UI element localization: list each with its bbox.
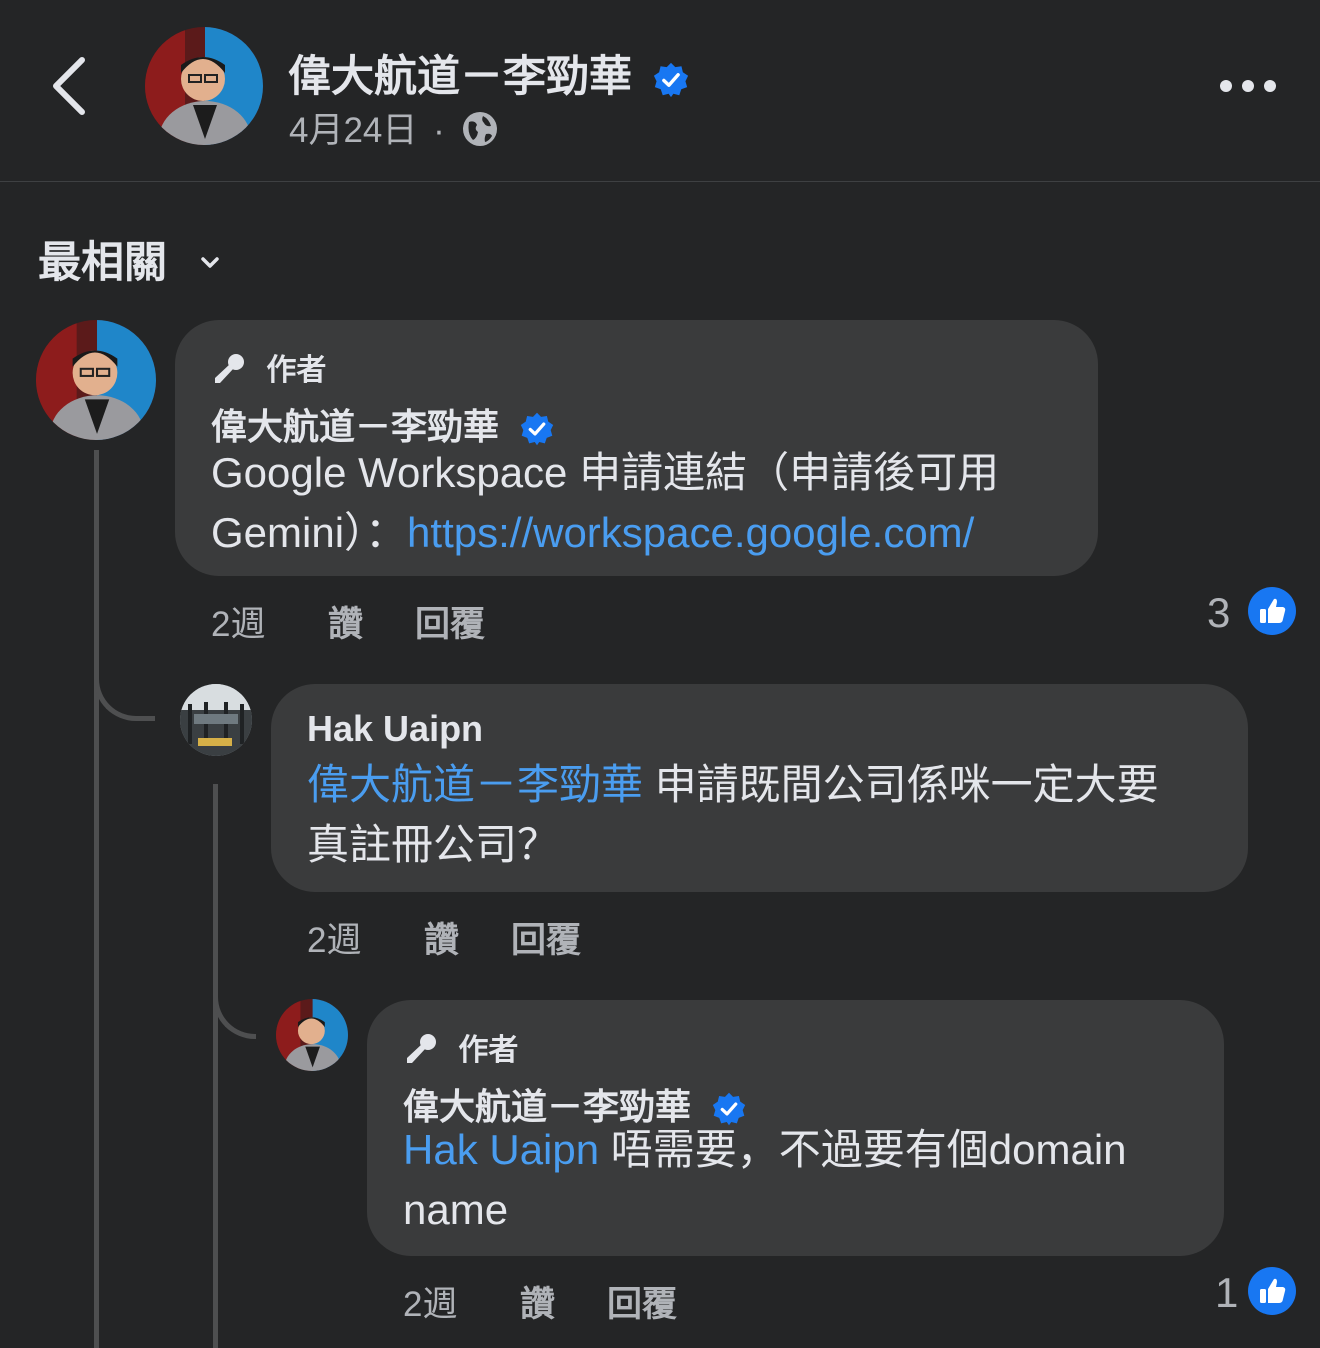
like-button[interactable]: 讚 — [424, 912, 459, 963]
more-options-button[interactable] — [1216, 70, 1280, 102]
comment-actions: 2週 讚 回覆 — [307, 912, 707, 960]
globe-icon — [462, 112, 497, 146]
post-date[interactable]: 4月24日 — [289, 111, 417, 150]
header-divider — [0, 181, 1320, 182]
comment-text: Hak Uaipn 唔需要，不過要有個domain name — [403, 1126, 1127, 1233]
thread-line-nested — [213, 784, 218, 1348]
reply-button[interactable]: 回覆 — [511, 912, 581, 963]
microphone-icon — [407, 1034, 436, 1063]
like-button[interactable]: 讚 — [520, 1276, 555, 1327]
like-reaction-icon — [1248, 1267, 1296, 1315]
mention-link[interactable]: Hak Uaipn — [403, 1126, 599, 1173]
chevron-down-icon — [201, 257, 220, 268]
comment-actions: 2週 讚 回覆 — [403, 1276, 803, 1324]
verified-badge-icon — [653, 62, 689, 97]
comment-author[interactable]: Hak Uaipn — [307, 708, 483, 750]
comment-avatar[interactable] — [180, 684, 252, 756]
comment-text: 偉大航道－李勁華 申請既間公司係咪一定大要 真註冊公司？ — [307, 761, 1159, 868]
comment-time[interactable]: 2週 — [403, 1276, 457, 1327]
back-button[interactable] — [40, 50, 100, 122]
reply-button[interactable]: 回覆 — [415, 596, 485, 647]
page-name[interactable]: 偉大航道－李勁華 — [288, 42, 690, 104]
comment-time[interactable]: 2週 — [211, 596, 265, 647]
comment-avatar[interactable] — [36, 320, 156, 440]
reply-button[interactable]: 回覆 — [607, 1276, 677, 1327]
post-meta: 4月24日 · — [289, 102, 499, 153]
comment-text: Google Workspace 申請連結（申請後可用 Gemini）：http… — [211, 449, 1000, 556]
more-horizontal-icon — [1220, 80, 1276, 92]
like-button[interactable]: 讚 — [328, 596, 363, 647]
reaction-count[interactable]: 3 — [1207, 589, 1230, 637]
comment-avatar[interactable] — [276, 999, 348, 1071]
post-header: 偉大航道－李勁華 4月24日 · — [0, 0, 1320, 181]
workspace-link[interactable]: https://workspace.google.com/ — [407, 509, 974, 556]
sort-dropdown[interactable]: 最相關 — [38, 228, 221, 290]
mention-link[interactable]: 偉大航道－李勁華 — [307, 761, 643, 808]
comment-time[interactable]: 2週 — [307, 912, 361, 963]
meta-separator: · — [433, 111, 445, 150]
sort-label: 最相關 — [38, 239, 167, 287]
thread-line-main — [94, 450, 99, 1348]
author-badge: 作者 — [404, 1025, 518, 1069]
chevron-left-icon — [53, 57, 85, 115]
page-avatar[interactable] — [145, 27, 263, 145]
comment-actions: 2週 讚 回覆 — [211, 596, 611, 644]
author-badge: 作者 — [212, 345, 326, 389]
microphone-icon — [215, 354, 244, 383]
reaction-count[interactable]: 1 — [1215, 1269, 1238, 1317]
like-reaction-icon — [1248, 587, 1296, 635]
thread-connector-reply-2 — [213, 980, 256, 1039]
thread-connector-reply-1 — [94, 660, 155, 721]
